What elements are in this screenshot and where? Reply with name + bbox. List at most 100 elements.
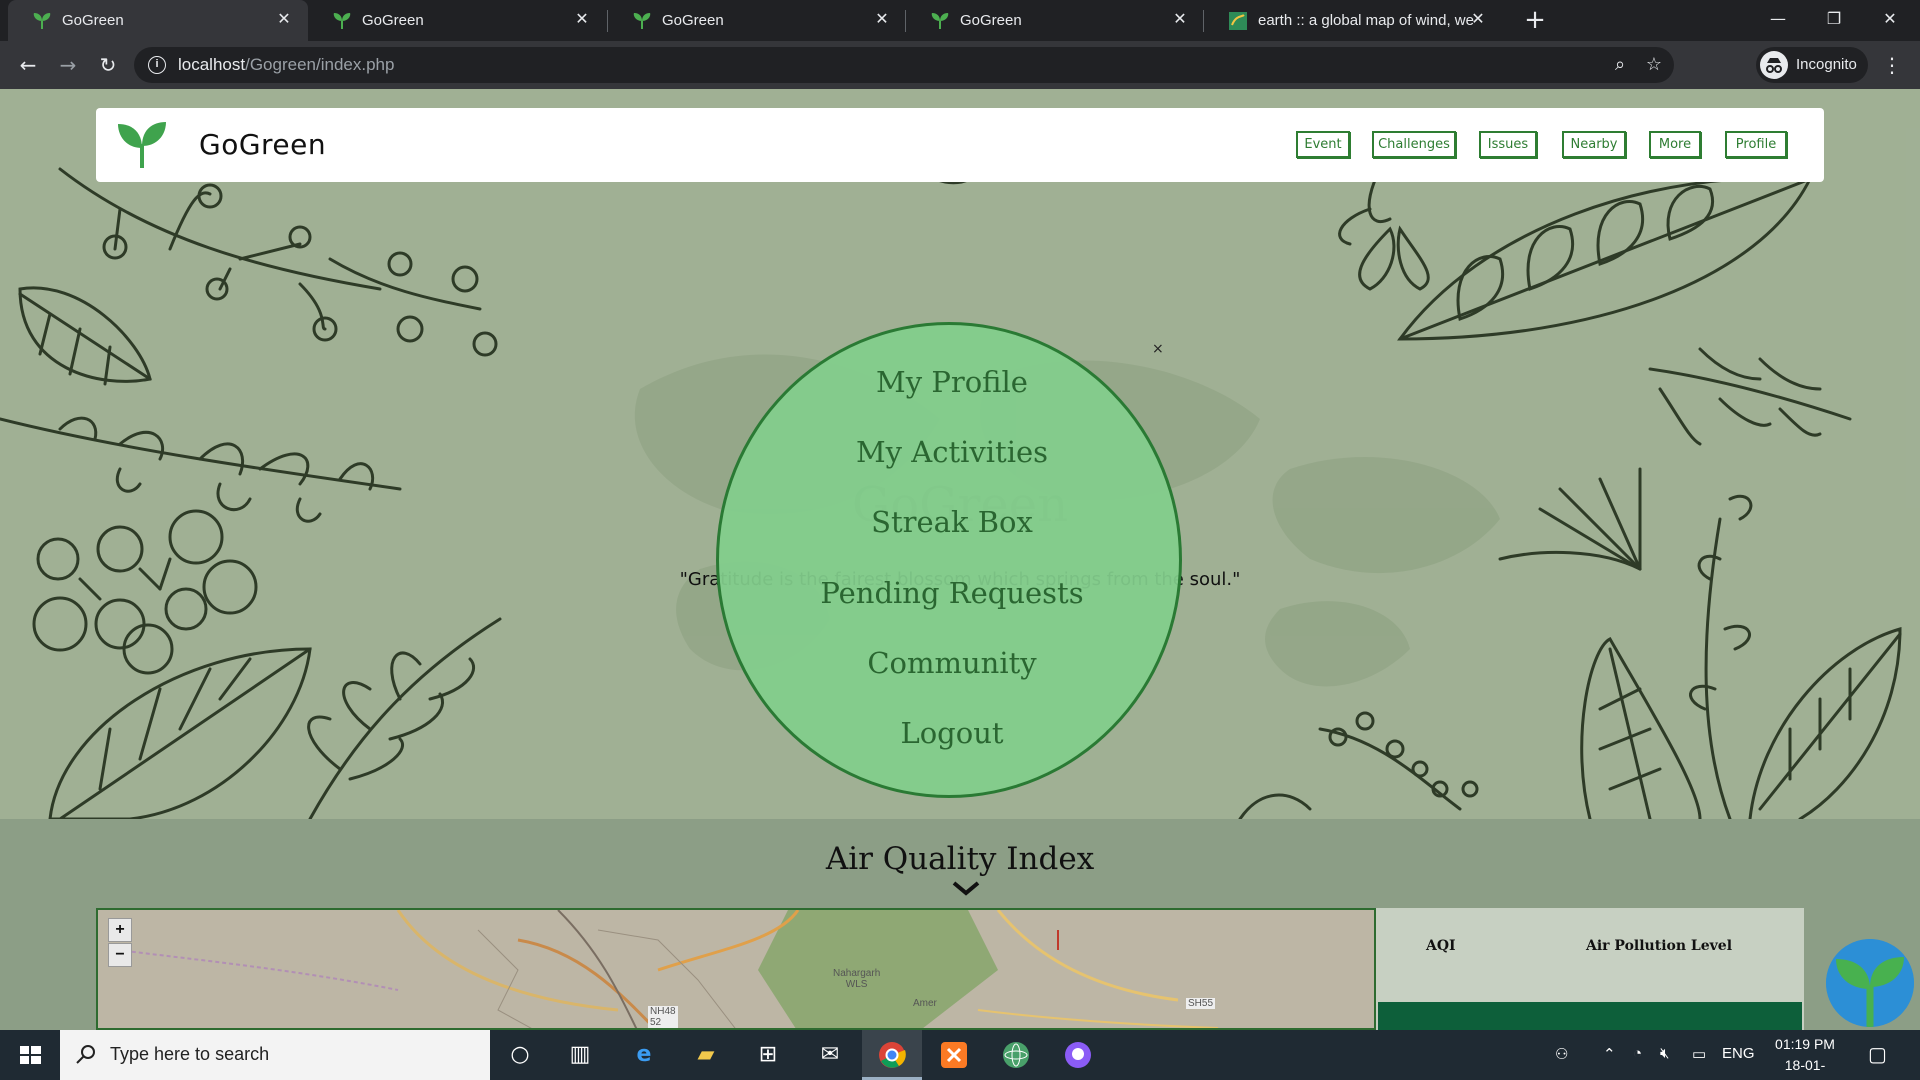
gogreen-favicon-icon [633,12,651,29]
mail-icon[interactable]: ✉ [800,1030,860,1080]
windows-logo-icon [20,1046,41,1064]
incognito-icon [1760,51,1788,79]
reload-icon[interactable]: ↻ [94,51,122,79]
github-desktop-icon[interactable] [1048,1030,1108,1080]
gogreen-favicon-icon [33,12,51,29]
taskbar-search[interactable]: Type here to search [60,1030,490,1080]
tab-close-icon[interactable]: ✕ [1468,10,1488,30]
gogreen-chat-fab[interactable] [1826,939,1914,1027]
windows-taskbar: Type here to search ○ ▥ e ▰ ⊞ ✉ ⚇ ⌃ ◔ 🔇︎… [0,1030,1920,1080]
aqi-section: Air Quality Index + − Nahargarh WLS Amer [0,819,1920,1030]
back-icon[interactable]: ← [14,51,42,79]
address-bar[interactable]: i localhost/Gogreen/index.php ⌕ ☆ [134,47,1674,83]
zoom-magnifier-icon[interactable]: ⌕ [1608,53,1632,77]
forward-icon[interactable]: → [54,51,82,79]
nav-nearby[interactable]: Nearby [1562,131,1626,158]
new-tab-icon[interactable]: + [1520,6,1550,36]
battery-icon[interactable]: ▭ [1692,1045,1706,1063]
browser-tab[interactable]: GoGreen ✕ [8,0,308,41]
nav-more[interactable]: More [1649,131,1701,158]
clock-time: 01:19 PM [1775,1036,1835,1052]
xampp-icon[interactable] [924,1030,984,1080]
nav-challenges[interactable]: Challenges [1372,131,1456,158]
browser-tab[interactable]: GoGreen ✕ [608,0,906,41]
tab-title: earth :: a global map of wind, we [1258,12,1474,29]
url-path: /Gogreen/index.php [245,55,395,74]
taskbar-search-placeholder: Type here to search [110,1044,270,1064]
language-indicator[interactable]: ENG [1722,1045,1755,1062]
aqi-table: AQI Air Pollution Level [1376,908,1804,1030]
people-icon[interactable]: ⚇ [1555,1045,1568,1063]
chevron-down-icon[interactable] [952,879,980,897]
incognito-badge[interactable]: Incognito [1756,47,1868,83]
nav-event[interactable]: Event [1296,131,1350,158]
notifications-icon[interactable]: ▢ [1868,1042,1887,1067]
menu-logout[interactable]: Logout [719,716,1185,750]
tab-close-icon[interactable]: ✕ [572,10,592,30]
sprout-logo-icon [118,122,166,168]
tab-title: GoGreen [362,12,424,29]
pollution-level-column-header: Air Pollution Level [1586,938,1733,954]
page-viewport: GoGreen Event Challenges Issues Nearby M… [0,89,1920,1030]
map-label: Amer [913,998,937,1009]
sprout-logo-icon [1826,939,1914,1027]
cortana-icon[interactable]: ○ [490,1030,550,1080]
aqi-map[interactable]: + − Nahargarh WLS Amer NH48 52 SH55 [96,908,1376,1030]
browser-menu-icon[interactable]: ⋮ [1880,51,1904,79]
clock-date: 18-01-2020 [1784,1057,1826,1080]
tab-title: GoGreen [960,12,1022,29]
menu-streak-box[interactable]: Streak Box [719,505,1185,539]
tab-close-icon[interactable]: ✕ [274,10,294,30]
tab-title: GoGreen [62,12,124,29]
tab-close-icon[interactable]: ✕ [1170,10,1190,30]
browser-tab-strip: GoGreen ✕ GoGreen ✕ GoGreen ✕ GoGreen ✕ … [0,0,1920,41]
file-explorer-icon[interactable]: ▰ [676,1030,736,1080]
earth-favicon-icon [1229,11,1247,30]
hero-section: GoGreen Event Challenges Issues Nearby M… [0,89,1920,819]
bookmark-star-icon[interactable]: ☆ [1642,53,1666,77]
map-tiles [98,910,1374,1028]
gogreen-favicon-icon [931,12,949,29]
windows-start-button[interactable] [0,1030,60,1080]
map-zoom-out[interactable]: − [108,943,132,967]
menu-pending-requests[interactable]: Pending Requests [719,576,1185,610]
site-navbar: GoGreen Event Challenges Issues Nearby M… [96,108,1824,182]
aqi-table-header-bar [1378,1002,1802,1030]
close-menu-icon[interactable]: × [1152,341,1164,357]
chrome-taskbar-icon[interactable] [862,1030,922,1080]
nav-profile[interactable]: Profile [1725,131,1787,158]
tab-close-icon[interactable]: ✕ [872,10,892,30]
menu-my-profile[interactable]: My Profile [719,365,1185,399]
tab-title: GoGreen [662,12,724,29]
aqi-column-header: AQI [1426,938,1456,954]
url-text[interactable]: localhost/Gogreen/index.php [178,55,394,75]
atom-icon[interactable] [986,1030,1046,1080]
menu-community[interactable]: Community [719,646,1185,680]
task-view-icon[interactable]: ▥ [550,1030,610,1080]
edge-icon[interactable]: e [614,1030,674,1080]
map-label: Nahargarh WLS [833,968,881,990]
map-label: NH48 52 [648,1006,678,1028]
show-hidden-icons-icon[interactable]: ⌃ [1603,1045,1616,1063]
map-zoom-in[interactable]: + [108,918,132,942]
chrome-icon [879,1042,906,1068]
aqi-title: Air Quality Index [825,841,1095,877]
network-icon[interactable]: ◔ [1633,1045,1642,1062]
map-label: SH55 [1186,998,1216,1009]
close-window-icon[interactable]: ✕ [1862,0,1918,41]
restore-icon[interactable]: ❐ [1806,0,1862,41]
menu-my-activities[interactable]: My Activities [719,435,1185,469]
taskbar-clock[interactable]: 01:19 PM 18-01-2020 [1770,1034,1840,1080]
site-info-icon[interactable]: i [148,56,166,74]
incognito-label: Incognito [1796,56,1857,73]
store-icon[interactable]: ⊞ [738,1030,798,1080]
nav-issues[interactable]: Issues [1479,131,1537,158]
gogreen-favicon-icon [333,12,351,29]
brand-name[interactable]: GoGreen [199,128,326,161]
browser-tab[interactable]: GoGreen ✕ [308,0,606,41]
browser-tab[interactable]: earth :: a global map of wind, we ✕ [1204,0,1502,41]
volume-muted-icon[interactable]: 🔇︎ [1660,1045,1669,1062]
minimize-icon[interactable]: — [1750,0,1806,41]
browser-tab[interactable]: GoGreen ✕ [906,0,1204,41]
url-host: localhost [178,55,246,74]
